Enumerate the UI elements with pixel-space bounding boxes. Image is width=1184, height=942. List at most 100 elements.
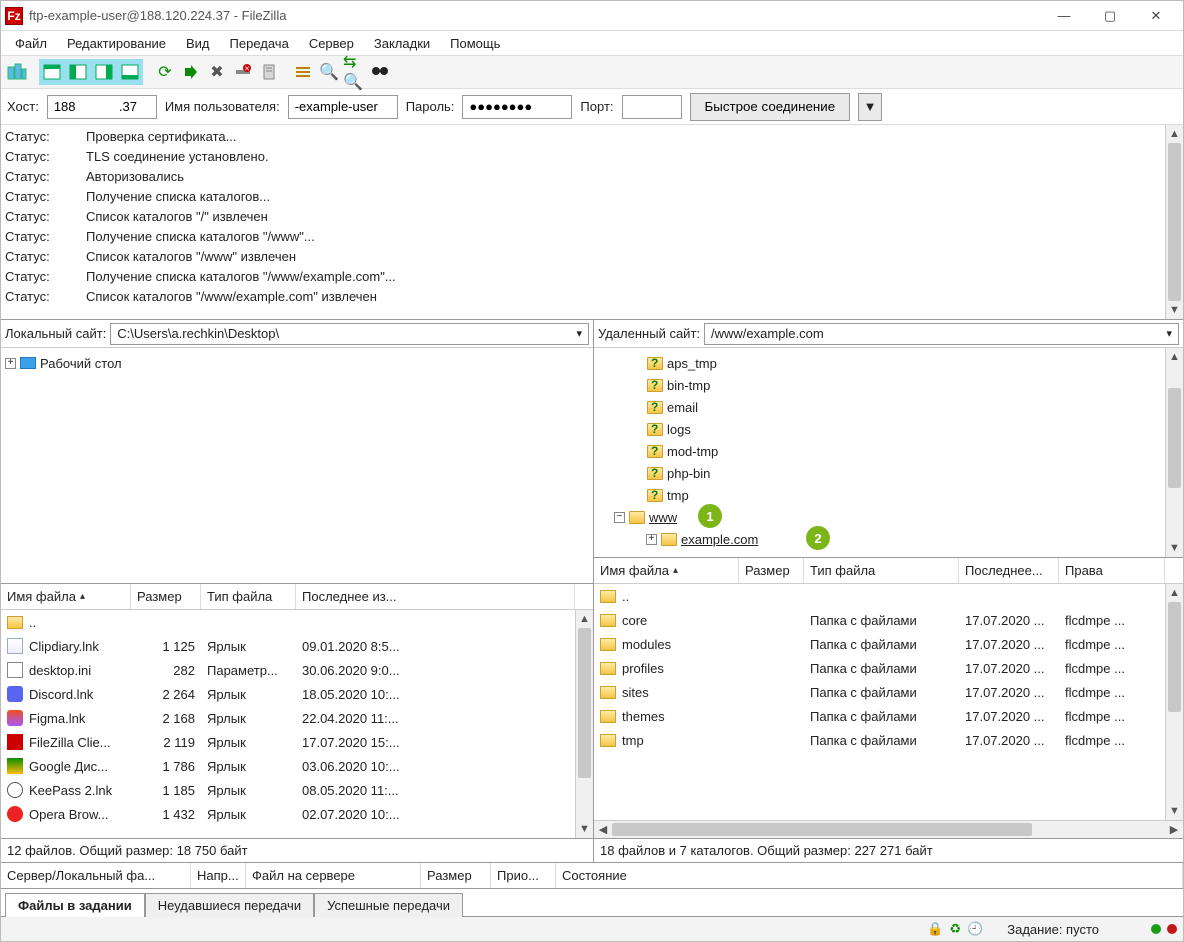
toggle-local-tree-icon[interactable]: [66, 60, 90, 84]
tree-item-desktop[interactable]: Рабочий стол: [40, 356, 122, 371]
file-icon: [7, 638, 23, 654]
local-path-input[interactable]: C:\Users\a.rechkin\Desktop\ ▾: [110, 323, 589, 345]
folder-icon: [600, 638, 616, 651]
menu-help[interactable]: Помощь: [442, 34, 508, 53]
menu-view[interactable]: Вид: [178, 34, 218, 53]
status-dot-green: [1151, 924, 1161, 934]
compare-icon[interactable]: 🔍: [317, 60, 341, 84]
qcol-size[interactable]: Размер: [421, 863, 491, 888]
col-type[interactable]: Тип файла: [201, 584, 296, 609]
collapse-icon[interactable]: −: [614, 512, 625, 523]
site-manager-icon[interactable]: [5, 60, 29, 84]
list-item[interactable]: modules Папка с файлами 17.07.2020 ... f…: [594, 632, 1165, 656]
list-item[interactable]: profiles Папка с файлами 17.07.2020 ... …: [594, 656, 1165, 680]
qcol-status[interactable]: Состояние: [556, 863, 1183, 888]
col-size[interactable]: Размер: [739, 558, 804, 583]
list-item[interactable]: sites Папка с файлами 17.07.2020 ... flc…: [594, 680, 1165, 704]
quickconnect-button[interactable]: Быстрое соединение: [690, 93, 851, 121]
list-item[interactable]: KeePass 2.lnk 1 185 Ярлык 08.05.2020 11:…: [1, 778, 575, 802]
tab-successful-transfers[interactable]: Успешные передачи: [314, 893, 463, 917]
close-button[interactable]: ✕: [1133, 1, 1179, 31]
tree-item[interactable]: php-bin: [632, 462, 1179, 484]
col-date[interactable]: Последнее из...: [296, 584, 575, 609]
list-item-up[interactable]: ..: [594, 584, 1165, 608]
remote-tree[interactable]: aps_tmpbin-tmpemaillogsmod-tmpphp-bintmp…: [594, 348, 1183, 558]
reconnect-icon[interactable]: [257, 60, 281, 84]
expand-icon[interactable]: +: [646, 534, 657, 545]
list-item[interactable]: Figma.lnk 2 168 Ярлык 22.04.2020 11:...: [1, 706, 575, 730]
local-list-scrollbar[interactable]: ▲ ▼: [575, 610, 593, 838]
menu-bookmarks[interactable]: Закладки: [366, 34, 438, 53]
log-panel: Статус:Проверка сертификата...Статус:TLS…: [1, 125, 1183, 320]
list-item[interactable]: themes Папка с файлами 17.07.2020 ... fl…: [594, 704, 1165, 728]
list-item[interactable]: Google Дис... 1 786 Ярлык 03.06.2020 10:…: [1, 754, 575, 778]
toggle-queue-icon[interactable]: [118, 60, 142, 84]
host-input[interactable]: [47, 95, 157, 119]
list-item[interactable]: desktop.ini 282 Параметр... 30.06.2020 9…: [1, 658, 575, 682]
disconnect-icon[interactable]: ✕: [231, 60, 255, 84]
toggle-remote-tree-icon[interactable]: [92, 60, 116, 84]
log-msg: Получение списка каталогов "/www"...: [86, 227, 1165, 247]
desktop-icon: [20, 357, 36, 369]
remote-list-scrollbar[interactable]: ▲ ▼: [1165, 584, 1183, 820]
log-key: Статус:: [1, 147, 86, 167]
col-size[interactable]: Размер: [131, 584, 201, 609]
col-type[interactable]: Тип файла: [804, 558, 959, 583]
quickconnect-dropdown[interactable]: ▼: [858, 93, 882, 121]
toggle-log-icon[interactable]: [40, 60, 64, 84]
menu-server[interactable]: Сервер: [301, 34, 362, 53]
menu-file[interactable]: Файл: [7, 34, 55, 53]
tree-item[interactable]: aps_tmp: [632, 352, 1179, 374]
folder-icon: [661, 533, 677, 546]
tree-item-example[interactable]: +example.com2: [646, 528, 1179, 550]
list-item[interactable]: Opera Brow... 1 432 Ярлык 02.07.2020 10:…: [1, 802, 575, 826]
qcol-direction[interactable]: Напр...: [191, 863, 246, 888]
titlebar: Fz ftp-example-user@188.120.224.37 - Fil…: [1, 1, 1183, 31]
list-item[interactable]: FileZilla Clie... 2 119 Ярлык 17.07.2020…: [1, 730, 575, 754]
recycle-icon[interactable]: ♻: [949, 921, 961, 937]
maximize-button[interactable]: ▢: [1087, 1, 1133, 31]
tab-failed-transfers[interactable]: Неудавшиеся передачи: [145, 893, 314, 917]
sync-browse-icon[interactable]: ⇆🔍: [343, 60, 367, 84]
log-scrollbar[interactable]: ▲ ▼: [1165, 125, 1183, 319]
tree-item[interactable]: logs: [632, 418, 1179, 440]
expand-icon[interactable]: +: [5, 358, 16, 369]
col-perm[interactable]: Права: [1059, 558, 1165, 583]
username-input[interactable]: [288, 95, 398, 119]
col-name[interactable]: Имя файла▴: [594, 558, 739, 583]
list-item[interactable]: Clipdiary.lnk 1 125 Ярлык 09.01.2020 8:5…: [1, 634, 575, 658]
col-date[interactable]: Последнее...: [959, 558, 1059, 583]
menu-edit[interactable]: Редактирование: [59, 34, 174, 53]
file-icon: [7, 710, 23, 726]
tree-item[interactable]: mod-tmp: [632, 440, 1179, 462]
tree-item-www[interactable]: −www1: [614, 506, 1179, 528]
clock-icon[interactable]: 🕘: [967, 921, 983, 937]
list-item[interactable]: Discord.lnk 2 264 Ярлык 18.05.2020 10:..…: [1, 682, 575, 706]
list-item-up[interactable]: ..: [1, 610, 575, 634]
remote-path-input[interactable]: /www/example.com ▾: [704, 323, 1179, 345]
password-input[interactable]: [462, 95, 572, 119]
lock-icon[interactable]: 🔒: [927, 921, 943, 937]
queue-status-label: Задание: пусто: [1007, 922, 1099, 937]
col-name[interactable]: Имя файла▴: [1, 584, 131, 609]
filter-icon[interactable]: [291, 60, 315, 84]
search-icon[interactable]: [369, 60, 393, 84]
qcol-server[interactable]: Сервер/Локальный фа...: [1, 863, 191, 888]
qcol-remote-file[interactable]: Файл на сервере: [246, 863, 421, 888]
menu-transfer[interactable]: Передача: [222, 34, 297, 53]
remote-tree-scrollbar[interactable]: ▲ ▼: [1165, 348, 1183, 557]
minimize-button[interactable]: —: [1041, 1, 1087, 31]
cancel-icon[interactable]: ✖: [205, 60, 229, 84]
local-tree[interactable]: + Рабочий стол: [1, 348, 593, 584]
tab-queued-files[interactable]: Файлы в задании: [5, 893, 145, 917]
tree-item[interactable]: bin-tmp: [632, 374, 1179, 396]
tree-item[interactable]: tmp: [632, 484, 1179, 506]
port-input[interactable]: [622, 95, 682, 119]
list-item[interactable]: tmp Папка с файлами 17.07.2020 ... flcdm…: [594, 728, 1165, 752]
refresh-icon[interactable]: ⟳: [153, 60, 177, 84]
process-queue-icon[interactable]: [179, 60, 203, 84]
list-item[interactable]: core Папка с файлами 17.07.2020 ... flcd…: [594, 608, 1165, 632]
tree-item[interactable]: email: [632, 396, 1179, 418]
qcol-priority[interactable]: Прио...: [491, 863, 556, 888]
remote-hscroll[interactable]: ◀ ▶: [594, 820, 1183, 838]
